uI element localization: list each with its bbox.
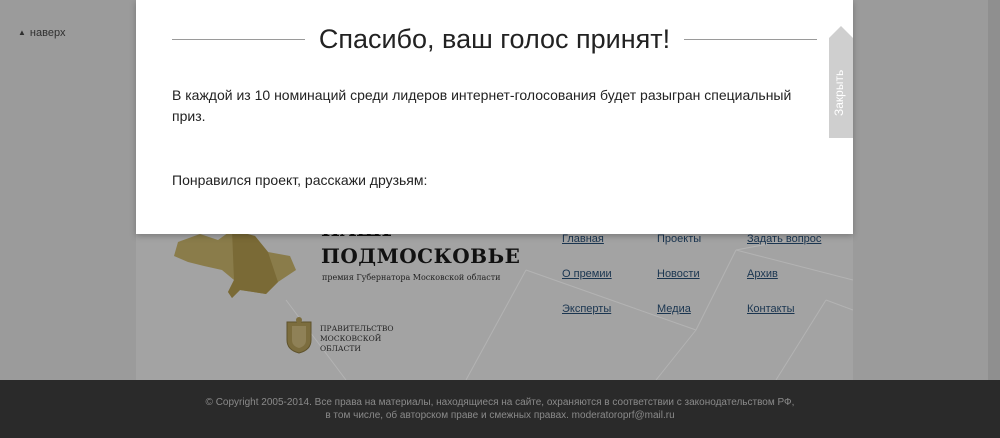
nav-link-news[interactable]: Новости: [657, 268, 700, 280]
nav-link-media[interactable]: Медиа: [657, 303, 691, 315]
footer-line-2: в том числе, об авторском праве и смежны…: [325, 410, 675, 421]
modal-title: Спасибо, ваш голос принят!: [172, 20, 817, 58]
nav-link-ask-question[interactable]: Задать вопрос: [747, 233, 821, 245]
nav-link-home[interactable]: Главная: [562, 233, 604, 245]
coat-of-arms-icon: [286, 317, 312, 354]
moscow-region-map-icon: [174, 230, 296, 298]
logo-title: ПОДМОСКОВЬЕ: [321, 244, 521, 268]
nav-link-projects[interactable]: Проекты: [657, 233, 701, 245]
government-line-1: ПРАВИТЕЛЬСТВО: [320, 324, 394, 333]
nav-link-contacts[interactable]: Контакты: [747, 303, 795, 315]
vote-confirmation-modal: Спасибо, ваш голос принят! В каждой из 1…: [136, 0, 853, 234]
modal-message: В каждой из 10 номинаций среди лидеров и…: [172, 87, 792, 124]
modal-title-text: Спасибо, ваш голос принят!: [304, 24, 685, 54]
government-label: ПРАВИТЕЛЬСТВО МОСКОВСКОЙ ОБЛАСТИ: [320, 324, 400, 354]
close-tab-notch: [829, 26, 853, 38]
close-button-label: Закрыть: [832, 69, 846, 116]
side-strip: [988, 0, 1000, 380]
nav-link-about[interactable]: О премии: [562, 268, 612, 280]
government-line-2: МОСКОВСКОЙ: [320, 334, 382, 343]
share-prompt: Понравился проект, расскажи друзьям:: [172, 172, 428, 188]
close-button[interactable]: Закрыть: [829, 26, 853, 138]
logo-subtitle: премия Губернатора Московской области: [322, 273, 501, 282]
government-line-3: ОБЛАСТИ: [320, 344, 361, 353]
footer-line-1: © Copyright 2005-2014. Все права на мате…: [205, 397, 795, 408]
footer-copyright: © Copyright 2005-2014. Все права на мате…: [0, 396, 1000, 422]
arrow-up-icon: ▲: [18, 28, 26, 37]
back-to-top-label: наверх: [29, 27, 66, 39]
back-to-top-link[interactable]: ▲ наверх: [18, 27, 65, 39]
nav-link-archive[interactable]: Архив: [747, 268, 778, 280]
modal-header: Спасибо, ваш голос принят!: [172, 20, 817, 58]
nav-link-experts[interactable]: Эксперты: [562, 303, 611, 315]
